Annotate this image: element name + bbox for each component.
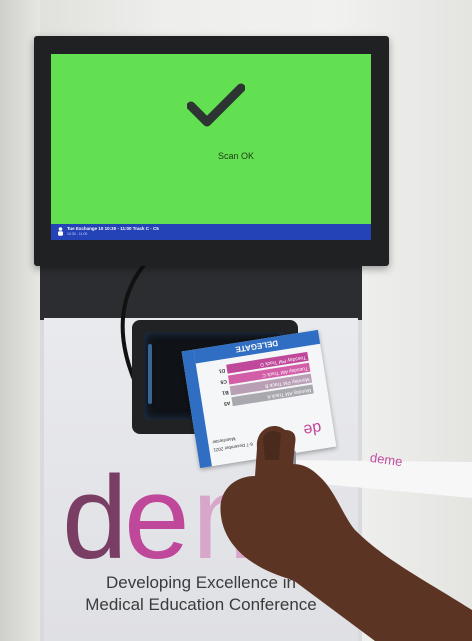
scanner-light — [148, 344, 152, 404]
session-line: Tue Exchange 10 10:30 - 11:00 Track C - … — [67, 226, 159, 231]
svg-text:d: d — [62, 462, 121, 572]
checkmark-icon — [187, 83, 245, 127]
photo-scene: Scan OK Tue Exchange 10 10:30 - 11:00 Tr… — [0, 0, 472, 641]
scan-status-text: Scan OK — [217, 151, 255, 161]
session-time: 10:30 - 11:00 — [67, 232, 88, 236]
person-icon — [58, 227, 63, 236]
hand — [220, 426, 472, 641]
svg-text:e: e — [124, 462, 185, 572]
